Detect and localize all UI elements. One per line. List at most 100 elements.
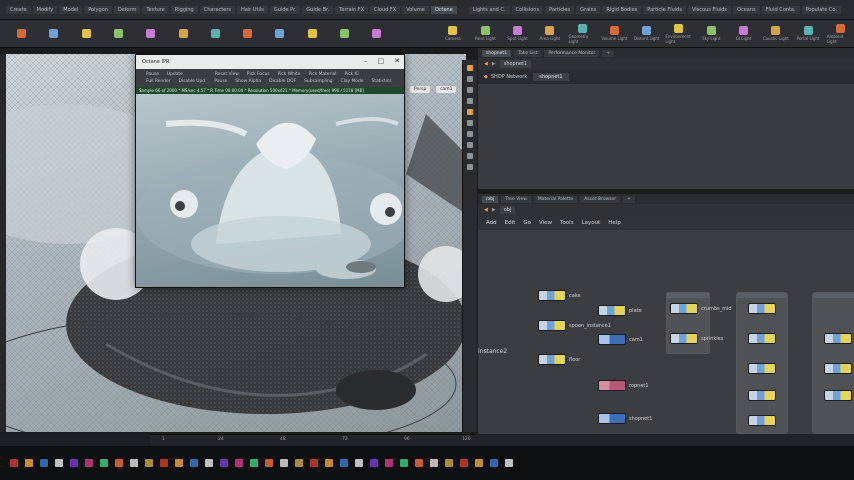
shelf-tab[interactable]: Create (6, 5, 31, 14)
shelf-tool-icon[interactable] (105, 28, 132, 39)
shelf-tab[interactable]: Collisions (511, 5, 544, 14)
taskbar-app-icon[interactable] (475, 459, 483, 467)
shelf-tool-caustic-light[interactable]: Caustic Light (762, 26, 789, 41)
shelf-tab[interactable]: Deform (113, 5, 141, 14)
node-body[interactable] (748, 363, 776, 374)
snap-icon[interactable] (467, 109, 473, 115)
node-ropnet1[interactable]: ropnet1 (598, 380, 649, 391)
visibility-icon[interactable] (467, 164, 473, 170)
render-menu-item[interactable]: Pick Ki (344, 72, 358, 77)
shelf-tab[interactable]: Rigid Bodies (602, 5, 642, 14)
taskbar-app-icon[interactable] (175, 459, 183, 467)
shelf-tab[interactable]: Texture (142, 5, 169, 14)
node-body[interactable] (748, 303, 776, 314)
network-tab[interactable]: Take List (514, 49, 542, 57)
taskbar-app-icon[interactable] (250, 459, 258, 467)
render-menu-item[interactable]: Pick Material (308, 72, 336, 77)
taskbar-app-icon[interactable] (115, 459, 123, 467)
node-plate[interactable]: plate (598, 305, 642, 316)
taskbar-app-icon[interactable] (460, 459, 468, 467)
render-menu-item[interactable]: Pick Focus (247, 72, 270, 77)
shelf-tool-icon[interactable] (234, 28, 261, 39)
taskbar-app-icon[interactable] (445, 459, 453, 467)
node-body[interactable] (538, 354, 566, 365)
shelf-tab[interactable]: Cloud FX (370, 5, 401, 14)
shelf-tool-icon[interactable] (73, 28, 100, 39)
network-box[interactable] (666, 292, 710, 354)
persp-menu[interactable]: Persp (410, 86, 431, 93)
back-arrow-icon[interactable]: ◀ (484, 61, 488, 67)
node-body[interactable] (670, 333, 698, 344)
taskbar-app-icon[interactable] (70, 459, 78, 467)
network-bottom-path-field[interactable]: obj (499, 206, 516, 214)
shelf-tool-area-light[interactable]: Area Light (536, 26, 563, 41)
node-crumbs-mid[interactable]: crumbs_mid (670, 303, 732, 314)
taskbar-app-icon[interactable] (490, 459, 498, 467)
taskbar-app-icon[interactable] (385, 459, 393, 467)
camera-menu[interactable]: cam1 (436, 86, 457, 93)
node-cake[interactable]: cake (538, 290, 581, 301)
node-body[interactable] (824, 333, 852, 344)
shelf-tool-icon[interactable] (202, 28, 229, 39)
minimize-button[interactable]: – (364, 57, 368, 65)
shelf-tool-ambient-light[interactable]: Ambient Light (827, 23, 854, 44)
shelf-tab[interactable]: Model (59, 5, 83, 14)
taskbar-app-icon[interactable] (235, 459, 243, 467)
network-top-canvas[interactable] (478, 84, 854, 189)
taskbar-app-icon[interactable] (55, 459, 63, 467)
render-menu-item[interactable]: Statistics (371, 79, 391, 84)
shelf-tab[interactable]: Guide Pr. (269, 5, 301, 14)
render-window[interactable]: Octane IPR – □ ✕ Pause Update Reset View Pi… (135, 54, 405, 288)
network-menu-help[interactable]: Help (608, 220, 621, 226)
render-menu-item[interactable]: Update (167, 72, 183, 77)
node-body[interactable] (538, 290, 566, 301)
shelf-tab[interactable]: Fluid Conta. (761, 5, 800, 14)
render-preview-image[interactable] (136, 94, 404, 287)
shelf-tool-icon[interactable] (137, 28, 164, 39)
shelf-tool-point-light[interactable]: Point Light (472, 26, 499, 41)
shelf-tool-icon[interactable] (40, 28, 67, 39)
maximize-button[interactable]: □ (378, 57, 385, 65)
taskbar-app-icon[interactable] (265, 459, 273, 467)
shelf-tool-icon[interactable] (169, 28, 196, 39)
shelf-tool-icon[interactable] (299, 28, 326, 39)
shelf-tab[interactable]: Characters (199, 5, 236, 14)
network-tab[interactable]: Performance Monitor (544, 49, 600, 57)
select-tool-icon[interactable] (467, 65, 473, 71)
network-bottom-canvas[interactable]: cake plate spoon_instance1 cam1 floor ro… (478, 230, 854, 435)
shelf-tab[interactable]: Grains (576, 5, 601, 14)
network-tab[interactable]: Material Palette (533, 195, 578, 203)
node-sprinkles[interactable]: sprinkles (670, 333, 723, 344)
node-spoon-instance1[interactable]: spoon_instance1 (538, 320, 611, 331)
shelf-tab[interactable]: Populate Co. (801, 5, 841, 14)
render-menu-item[interactable]: Show Alpha (235, 79, 261, 84)
shelf-tab[interactable]: Oceans (733, 5, 760, 14)
node-body[interactable] (748, 415, 776, 426)
shelf-tool-gi-light[interactable]: GI Light (730, 26, 757, 41)
render-menu-item[interactable]: Pause (214, 79, 227, 84)
shelf-tab[interactable]: Particle Fluids (643, 5, 686, 14)
shelf-tab[interactable]: Terrain FX (335, 5, 369, 14)
shelf-tab[interactable]: Hair Utils (237, 5, 268, 14)
taskbar-app-icon[interactable] (310, 459, 318, 467)
taskbar-app-icon[interactable] (415, 459, 423, 467)
node-body[interactable] (598, 380, 626, 391)
network-tab[interactable]: shopnet1 (482, 49, 512, 57)
render-menu-item[interactable]: Pick White (278, 72, 301, 77)
taskbar-app-icon[interactable] (190, 459, 198, 467)
taskbar-app-icon[interactable] (130, 459, 138, 467)
shelf-tool-icon[interactable] (363, 28, 390, 39)
render-menu-item[interactable]: Disable DOF (269, 79, 296, 84)
shelf-tab[interactable]: Viscous Fluids (687, 5, 732, 14)
shelf-tool-camera[interactable]: Camera (439, 26, 466, 41)
taskbar-app-icon[interactable] (85, 459, 93, 467)
taskbar-app-icon[interactable] (100, 459, 108, 467)
shelf-tab[interactable]: Lights and C. (468, 5, 510, 14)
node-shopnet1[interactable]: shopnet1 (598, 413, 652, 424)
light-icon[interactable] (467, 98, 473, 104)
shelf-tool-volume-light[interactable]: Volume Light (601, 26, 628, 41)
node-body[interactable] (824, 363, 852, 374)
taskbar-app-icon[interactable] (325, 459, 333, 467)
taskbar-app-icon[interactable] (10, 459, 18, 467)
taskbar-app-icon[interactable] (400, 459, 408, 467)
